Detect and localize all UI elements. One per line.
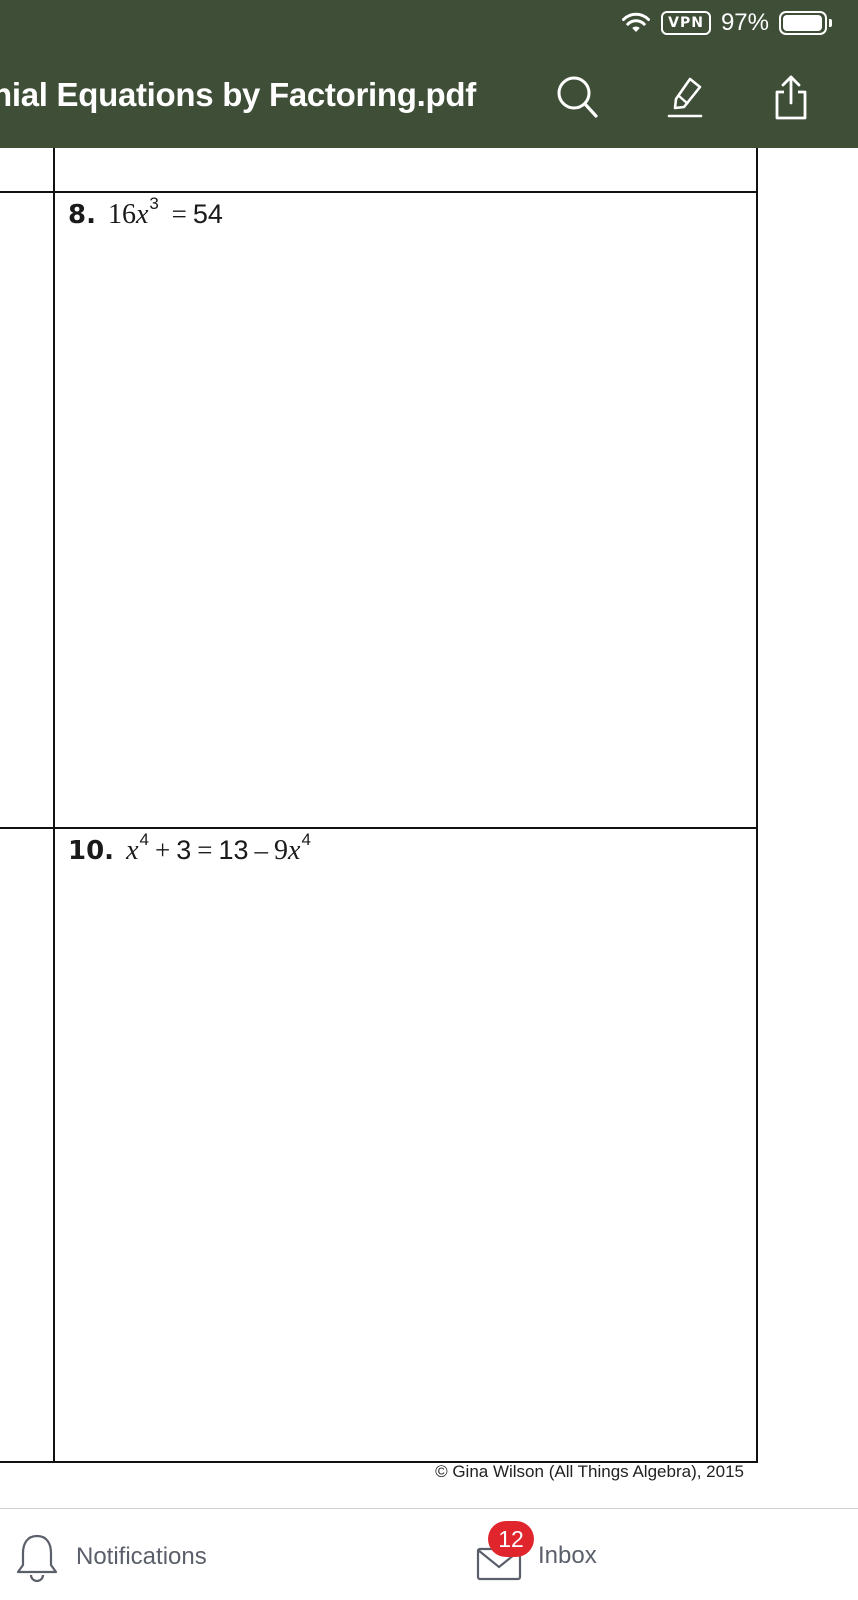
vpn-badge: VPN — [661, 11, 711, 35]
search-icon — [557, 76, 598, 118]
battery-icon — [779, 11, 832, 35]
table-row-divider — [0, 827, 758, 829]
problem-number: 10. — [68, 836, 115, 866]
highlighter-icon — [667, 77, 703, 118]
share-icon — [775, 75, 807, 120]
copyright-footer: © Gina Wilson (All Things Algebra), 2015 — [435, 1462, 744, 1481]
tab-notifications-label: Notifications — [76, 1543, 207, 1570]
share-button[interactable] — [768, 72, 814, 122]
table-row-divider — [0, 191, 758, 193]
status-bar: VPN 97% — [621, 8, 832, 38]
table-border-left — [53, 148, 55, 1462]
tab-inbox-label: Inbox — [538, 1542, 597, 1569]
tab-bar: Notifications 12 Inbox — [0, 1508, 858, 1600]
bell-icon — [16, 1534, 58, 1583]
problem-8: 8. 16x3 = 54 — [68, 194, 223, 231]
tab-inbox[interactable]: 12 Inbox — [476, 1521, 597, 1581]
problem-number: 8. — [68, 200, 96, 230]
annotate-button[interactable] — [662, 72, 708, 122]
problem-equation: 16x3 = 54 — [107, 194, 223, 230]
problem-10: 10. x4 +3 = 13–9x4 — [68, 830, 311, 867]
wifi-icon — [622, 12, 651, 32]
table-border-right — [756, 148, 758, 1462]
app-header: VPN 97% nial Equations by Factoring.pdf — [0, 0, 858, 148]
inbox-unread-badge: 12 — [488, 1521, 534, 1557]
inbox-icon-wrap: 12 — [476, 1521, 534, 1581]
problem-equation: x4 +3 = 13–9x4 — [126, 830, 311, 866]
tab-notifications[interactable]: Notifications — [14, 1531, 207, 1583]
pdf-page: 8. 16x3 = 54 10. x4 +3 = 13–9x4 — [0, 148, 858, 1500]
battery-percent: 97% — [720, 9, 769, 36]
search-button[interactable] — [554, 72, 600, 122]
document-title: nial Equations by Factoring.pdf — [0, 76, 476, 113]
